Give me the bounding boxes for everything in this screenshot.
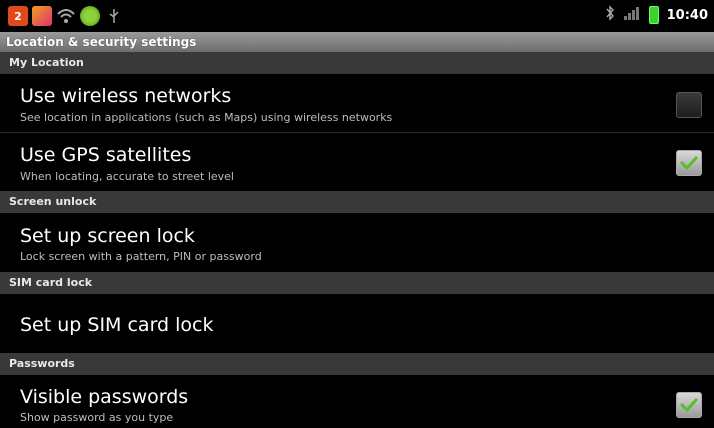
notification-count: 2 [14, 9, 22, 23]
check-icon [680, 156, 698, 170]
bluetooth-icon [605, 5, 615, 25]
setting-summary: When locating, accurate to street level [20, 170, 234, 183]
setting-set-up-screen-lock[interactable]: Set up screen lock Lock screen with a pa… [0, 213, 714, 272]
setting-use-gps-satellites[interactable]: Use GPS satellites When locating, accura… [0, 133, 714, 191]
battery-icon [648, 6, 659, 24]
signal-icon [623, 5, 641, 25]
window-title: Location & security settings [0, 32, 714, 52]
green-app-icon [80, 6, 100, 26]
check-icon [680, 398, 698, 412]
section-header-my-location: My Location [0, 52, 714, 74]
setting-title: Set up screen lock [20, 225, 195, 247]
notification-area[interactable]: 2 [8, 6, 124, 26]
section-header-sim-card-lock: SIM card lock [0, 272, 714, 294]
wifi-icon [56, 6, 76, 26]
setting-use-wireless-networks[interactable]: Use wireless networks See location in ap… [0, 74, 714, 132]
setting-title: Use GPS satellites [20, 144, 192, 166]
visible-passwords-checkbox[interactable] [676, 392, 702, 418]
setting-title: Use wireless networks [20, 85, 232, 107]
status-bar: 2 10:40 [0, 0, 714, 32]
gps-satellites-checkbox[interactable] [676, 150, 702, 176]
setting-set-up-sim-card-lock[interactable]: Set up SIM card lock [0, 294, 714, 353]
setting-title: Set up SIM card lock [20, 314, 214, 336]
clock: 10:40 [666, 7, 708, 23]
section-header-screen-unlock: Screen unlock [0, 191, 714, 213]
notification-count-icon: 2 [8, 6, 28, 26]
system-tray: 10:40 [605, 5, 708, 25]
setting-summary: See location in applications (such as Ma… [20, 111, 393, 124]
setting-title: Visible passwords [20, 386, 189, 408]
setting-summary: Show password as you type [20, 411, 174, 424]
setting-visible-passwords[interactable]: Visible passwords Show password as you t… [0, 375, 714, 428]
section-header-passwords: Passwords [0, 353, 714, 375]
app-notification-icon [32, 6, 52, 26]
setting-summary: Lock screen with a pattern, PIN or passw… [20, 250, 262, 263]
usb-icon [104, 6, 124, 26]
wireless-networks-checkbox[interactable] [676, 92, 702, 118]
